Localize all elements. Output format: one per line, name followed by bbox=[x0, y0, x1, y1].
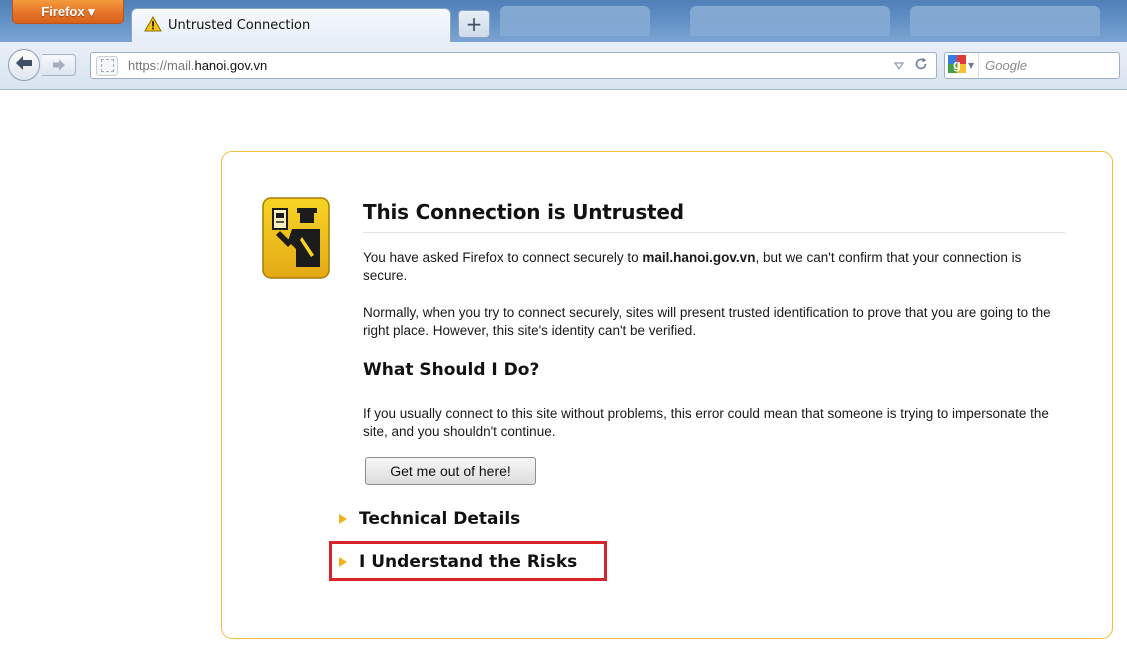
intro-paragraph: You have asked Firefox to connect secure… bbox=[363, 249, 1053, 285]
plus-icon: + bbox=[465, 12, 483, 36]
warning-icon bbox=[144, 15, 162, 36]
technical-details-label: Technical Details bbox=[359, 509, 521, 529]
red-highlight-box bbox=[329, 541, 607, 581]
firefox-menu-label: Firefox ▾ bbox=[41, 3, 95, 19]
technical-details-expander[interactable]: Technical Details bbox=[339, 509, 520, 529]
address-bar[interactable]: https://mail.hanoi.gov.vn bbox=[90, 52, 937, 79]
page-title: This Connection is Untrusted bbox=[363, 200, 1065, 233]
reload-icon[interactable] bbox=[914, 57, 928, 74]
background-tab-blurred[interactable] bbox=[690, 6, 890, 36]
forward-arrow-icon bbox=[52, 56, 66, 75]
svg-text:g: g bbox=[953, 57, 961, 72]
explanation-paragraph: Normally, when you try to connect secure… bbox=[363, 305, 1051, 338]
search-input[interactable]: Google bbox=[985, 58, 1027, 73]
back-arrow-icon bbox=[15, 55, 33, 75]
blank-page-icon bbox=[100, 59, 114, 72]
what-should-i-do-heading: What Should I Do? bbox=[363, 360, 540, 380]
back-button[interactable] bbox=[8, 49, 40, 81]
site-identity-button[interactable] bbox=[96, 55, 118, 76]
get-me-out-button[interactable]: Get me out of here! bbox=[365, 457, 536, 485]
url-domain: hanoi.gov.vn bbox=[194, 58, 268, 73]
intro-text-start: You have asked Firefox to connect secure… bbox=[363, 250, 643, 265]
url-bar-right-controls bbox=[893, 57, 936, 74]
untrusted-connection-police-icon bbox=[262, 197, 330, 279]
history-dropdown-icon[interactable] bbox=[893, 59, 905, 73]
background-tab-blurred[interactable] bbox=[500, 6, 650, 36]
tab-untrusted-connection[interactable]: Untrusted Connection bbox=[131, 8, 451, 42]
chevron-down-icon: ▼ bbox=[968, 61, 975, 70]
search-bar[interactable]: g ▼ Google bbox=[944, 52, 1120, 79]
url-field[interactable]: https://mail.hanoi.gov.vn bbox=[128, 58, 894, 73]
navigation-toolbar: https://mail.hanoi.gov.vn g ▼ Google bbox=[0, 42, 1127, 90]
search-engine-selector[interactable]: g ▼ bbox=[945, 53, 980, 78]
advice-paragraph: If you usually connect to this site with… bbox=[363, 406, 1049, 439]
intro-hostname: mail.hanoi.gov.vn bbox=[642, 250, 756, 265]
url-prefix: https://mail. bbox=[128, 58, 195, 73]
google-icon: g bbox=[948, 54, 966, 77]
forward-button[interactable] bbox=[42, 54, 76, 76]
firefox-menu-button[interactable]: Firefox ▾ bbox=[12, 0, 124, 24]
expand-triangle-icon bbox=[339, 514, 347, 524]
background-tab-blurred[interactable] bbox=[910, 6, 1100, 36]
new-tab-button[interactable]: + bbox=[458, 10, 490, 38]
tab-title: Untrusted Connection bbox=[168, 18, 311, 33]
title-bar: Firefox ▾ Untrusted Connection + bbox=[0, 0, 1127, 42]
